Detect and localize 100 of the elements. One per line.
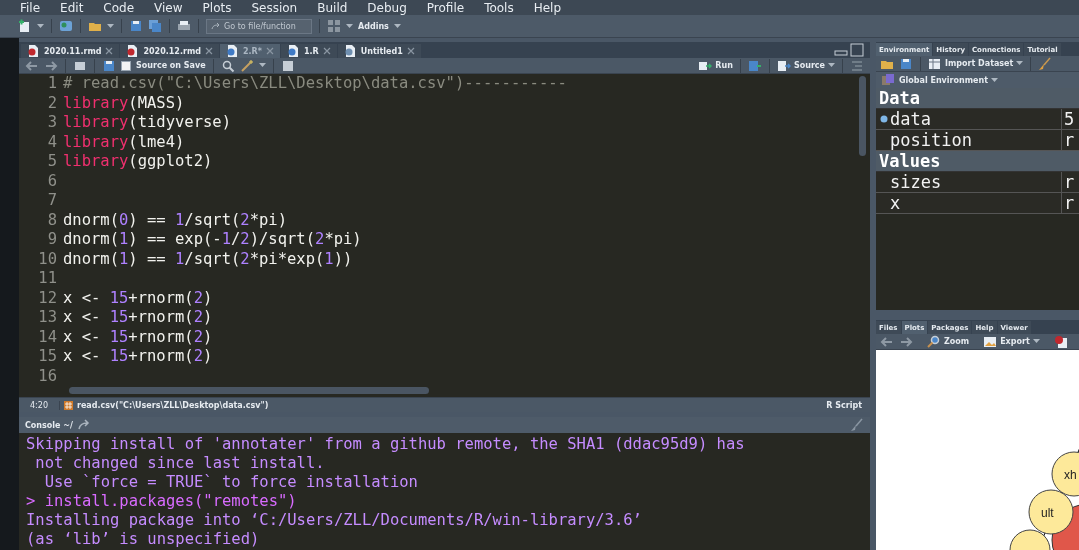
caret-icon[interactable] [1032,339,1040,344]
code-line: dnorm(1) == exp(-1/2)/sqrt(2*pi) [63,230,363,250]
grid-icon[interactable] [327,19,341,33]
zoom-icon[interactable] [927,334,941,349]
code-line: dnorm(1) == 1/sqrt(2*pi*exp(1)) [63,249,354,269]
code-line: # read.csv("C:\Users\ZLL\Desktop\data.csv")----------- [63,74,567,94]
line-number: 16 [37,366,57,386]
save-all-icon[interactable] [148,19,162,33]
console-line: > install.packages("remotes") [26,492,298,511]
forward-arrow-icon[interactable] [44,58,58,73]
caret-icon[interactable] [991,77,998,83]
remove-plot-icon[interactable] [1053,334,1068,349]
menu-item[interactable]: Tools [484,0,514,15]
search-icon[interactable] [220,58,235,73]
editor-tab[interactable]: Untitled1 [337,44,421,58]
source-icon[interactable] [776,58,791,73]
broom-icon[interactable] [1038,56,1053,71]
line-number: 9 [46,230,57,250]
menu-item[interactable]: Session [251,0,298,15]
line-number: 11 [37,269,57,289]
source-button[interactable]: Source [776,58,835,73]
source-on-save-checkbox[interactable] [121,60,131,71]
back-arrow-icon[interactable] [25,58,39,73]
image-icon[interactable] [983,334,998,349]
menu-item[interactable]: Profile [426,0,465,15]
close-icon[interactable] [265,47,274,55]
editor-tab[interactable]: 1.R [280,44,337,58]
menu-item[interactable]: File [20,0,41,15]
menu-item[interactable]: Build [317,0,348,15]
editor-tab[interactable]: 2020.11.rmd [21,44,120,58]
close-icon[interactable] [406,47,415,55]
menu-item[interactable]: Edit [60,0,84,15]
run-button[interactable]: Run [698,58,733,73]
project-icon[interactable] [59,19,73,33]
code-line: library(tidyverse) [63,113,232,133]
caret-icon[interactable] [828,63,835,68]
import-dataset-button[interactable]: Import Dataset [928,56,1024,71]
addins-button[interactable]: Addins [358,21,389,31]
close-icon[interactable] [322,47,331,55]
menu-item[interactable]: Debug [367,0,407,15]
arrow-icon [211,22,221,30]
broom-icon[interactable] [850,418,864,432]
maximize-icon[interactable] [850,43,864,57]
file-type-label[interactable]: R Script [826,400,870,410]
menu-item[interactable]: View [154,0,183,15]
editor-tab[interactable]: 2020.12.rmd [120,44,219,58]
console-line: Use `force = TRUE` to force installation [43,473,419,492]
forward-arrow-icon[interactable] [899,334,913,349]
line-number: 14 [37,327,57,347]
caret-icon[interactable] [393,23,401,29]
variable-name[interactable]: data [890,109,931,129]
new-file-icon[interactable] [18,19,32,33]
console-line: Installing package into ‘C:/Users/ZLL/Documents/R/win-library/3.6’ [26,511,643,530]
line-number: 15 [37,347,57,367]
menu-item[interactable]: Plots [202,0,232,15]
rerun-icon[interactable] [747,58,762,73]
section-header: Values [876,151,1079,172]
share-arrow-icon[interactable] [76,418,91,432]
save-icon[interactable] [102,58,116,73]
back-arrow-icon[interactable] [880,334,894,349]
node-label: ult [1041,506,1054,520]
code-line: library(ggplot2) [63,152,214,172]
vertical-scrollbar[interactable] [859,76,866,156]
line-number: 4 [46,132,57,152]
caret-icon[interactable] [346,23,353,29]
table-icon[interactable] [928,56,942,71]
code-line: x <- 15+rnorm(2) [63,308,214,328]
file-icon [343,44,357,58]
variable-name[interactable]: x [890,193,901,213]
caret-icon[interactable] [1016,61,1024,66]
go-to-file-field[interactable]: Go to file/function [206,18,312,34]
variable-value: 5 [1063,109,1075,129]
variable-name[interactable]: position [890,130,972,150]
print-icon[interactable] [177,19,191,33]
save-icon[interactable] [129,19,143,33]
rmarkdown-file-icon [126,44,140,58]
line-number: 6 [46,171,57,191]
close-icon[interactable] [204,47,213,55]
line-number: 10 [37,249,57,269]
line-number: 3 [46,113,57,133]
caret-icon[interactable] [37,23,44,29]
r-file-icon [225,44,239,58]
code-line: x <- 15+rnorm(2) [63,347,214,367]
save-icon[interactable] [899,56,913,71]
export-button[interactable]: Export [983,334,1040,349]
menu-item[interactable]: Code [103,0,135,15]
wand-icon[interactable] [239,58,254,73]
caret-icon[interactable] [107,23,114,29]
variable-value: r [1063,172,1075,192]
line-number: 2 [46,93,57,113]
rmarkdown-file-icon [27,44,40,58]
caret-icon[interactable] [258,63,266,68]
zoom-button[interactable]: Zoom [927,334,970,349]
horizontal-scrollbar[interactable] [69,387,429,394]
close-icon[interactable] [105,47,114,55]
section-navigator[interactable]: read.csv("C:\Users\ZLL\Desktop\data.csv") [77,400,269,410]
menu-item[interactable]: Help [533,0,562,15]
variable-name[interactable]: sizes [890,172,942,192]
source-on-save-label: Source on Save [136,61,206,70]
expand-dot-icon[interactable] [880,115,888,123]
